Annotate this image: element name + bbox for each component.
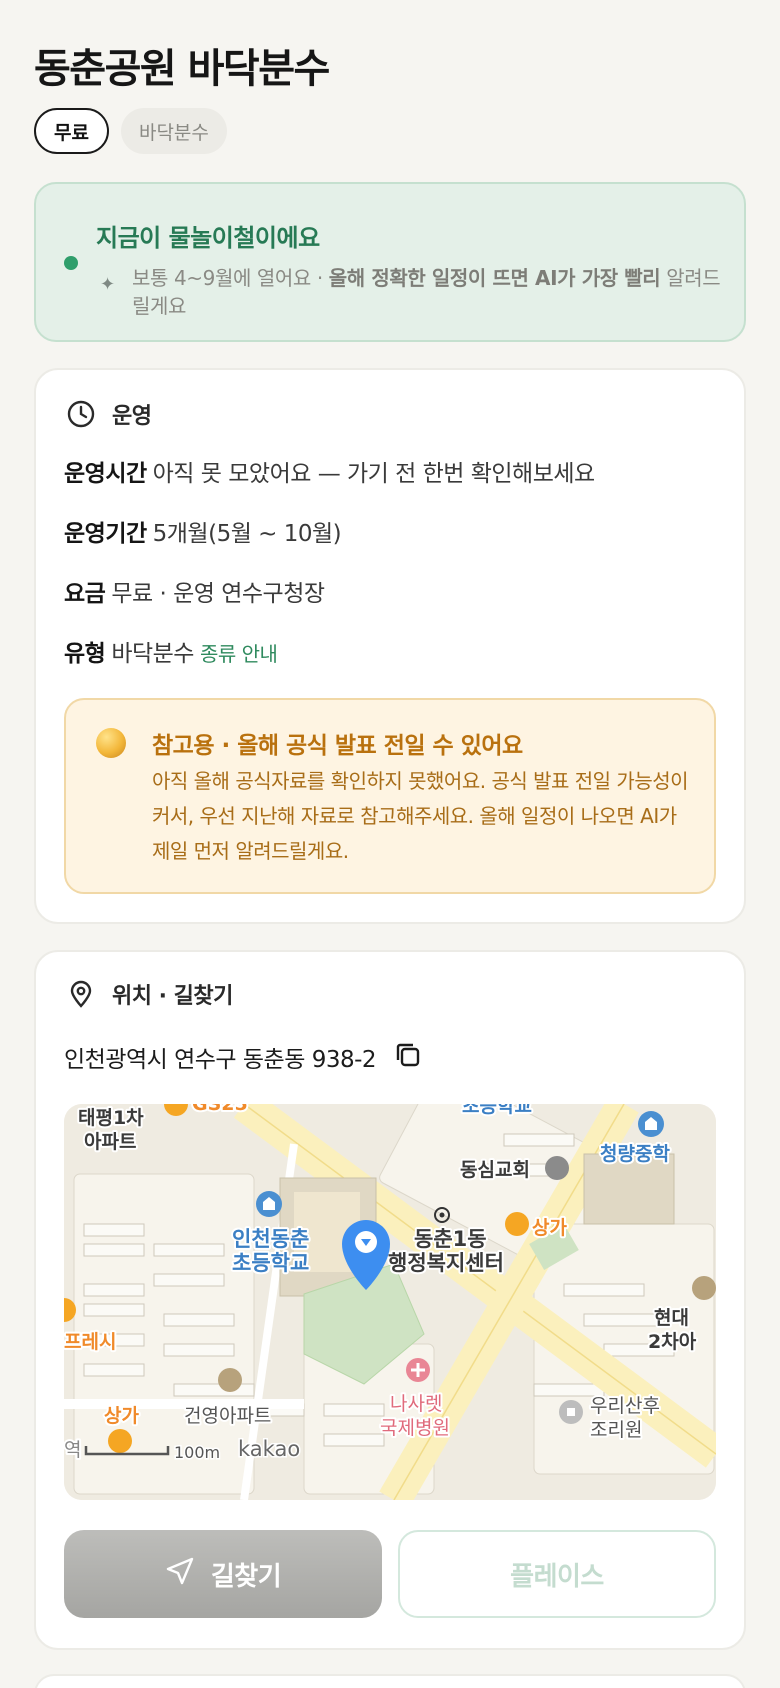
map-label: 동심교회 [460,1159,530,1181]
page-title: 동춘공원 바닥분수 [34,46,330,92]
map-label: 조리원 [590,1419,642,1441]
row-key: 운영시간 [64,461,147,487]
location-card: 위치 · 길찾기 인천광역시 연수구 동춘동 938-2 태평1차 아파트 GS… [34,950,746,1650]
location-header: 위치 · 길찾기 [66,978,233,1010]
row-hours: 운영시간 아직 못 모았어요 — 가기 전 한번 확인해보세요 [64,454,595,488]
map-view[interactable]: 태평1차 아파트 GS25 초등학교 동심교회 청량중학 인천동춘 초등학교 동… [64,1104,716,1500]
action-buttons: 길찾기 플레이스 [64,1530,716,1618]
location-pin-icon [66,979,96,1009]
map-label: 청량중학 [600,1143,670,1165]
season-sub-prefix: 보통 4~9월에 열어요 · [132,266,329,290]
row-value: 바닥분수 [111,641,194,667]
map-label: GS25 [192,1104,248,1115]
map-label: 현대 [654,1307,689,1329]
notice-body: 아직 올해 공식자료를 확인하지 못했어요. 공식 발표 전일 가능성이 커서,… [152,769,689,863]
map-label: 우리산후 [590,1395,660,1417]
season-banner: 지금이 물놀이철이에요 ✦ 보통 4~9월에 열어요 · 올해 정확한 일정이 … [34,182,746,342]
clock-icon [66,399,96,429]
chip-type[interactable]: 바닥분수 [120,108,227,154]
tag-chips: 무료 바닥분수 [34,108,227,154]
map-label: 인천동춘 [232,1227,309,1251]
operation-card: 운영 운영시간 아직 못 모았어요 — 가기 전 한번 확인해보세요 운영기간 5개… [34,368,746,924]
map-label: 상가 [104,1405,139,1427]
season-sub-bold: 올해 정확한 일정이 뜨면 AI가 가장 빨리 [328,266,661,290]
row-value: 아직 못 모았어요 — 가기 전 한번 확인해보세요 [152,461,596,487]
next-card [34,1674,746,1688]
place-button[interactable]: 플레이스 [398,1530,716,1618]
row-value: 5개월(5월 ~ 10월) [152,521,342,547]
map-label: 프레시 [64,1331,116,1353]
map-label: 국제병원 [380,1417,450,1439]
map-label: 나사렛 [390,1393,442,1415]
copy-icon[interactable] [394,1041,422,1073]
map-label: 상가 [532,1217,567,1239]
operation-title: 운영 [112,404,152,429]
map-label: 아파트 [84,1131,136,1153]
moon-icon [96,728,126,758]
directions-label: 길찾기 [210,1561,282,1592]
map-label: 2차아 [648,1331,697,1353]
map-label: 태평1차 [78,1107,144,1129]
map-label: 동춘1동 [414,1227,487,1251]
status-dot [64,256,78,270]
address-row: 인천광역시 연수구 동춘동 938-2 [64,1040,422,1074]
operation-header: 운영 [66,398,152,430]
chip-free[interactable]: 무료 [34,108,109,154]
sparkle-icon: ✦ [100,274,116,295]
map-label: 행정복지센터 [388,1251,504,1275]
map-brand: kakao [238,1437,300,1461]
map-label: 초등학교 [232,1251,309,1275]
navigation-arrow-icon [165,1556,195,1593]
row-value: 무료 · 운영 연수구청장 [111,581,325,607]
type-guide-link[interactable]: 종류 안내 [200,642,278,666]
location-title: 위치 · 길찾기 [112,984,233,1009]
map-scale: 100m [174,1443,220,1462]
row-key: 운영기간 [64,521,147,547]
map-label: 건영아파트 [184,1405,271,1427]
row-key: 유형 [64,641,106,667]
directions-button[interactable]: 길찾기 [64,1530,382,1618]
map-label: 초등학교 [462,1104,532,1117]
map-label: 역 [64,1439,81,1461]
notice-title: 참고용 · 올해 공식 발표 전일 수 있어요 [152,733,523,759]
season-headline: 지금이 물놀이철이에요 [96,224,320,252]
address-text: 인천광역시 연수구 동춘동 938-2 [64,1047,377,1073]
season-subtext: 보통 4~9월에 열어요 · 올해 정확한 일정이 뜨면 AI가 가장 빨리 알… [132,264,732,320]
row-period: 운영기간 5개월(5월 ~ 10월) [64,514,342,548]
reference-notice: 참고용 · 올해 공식 발표 전일 수 있어요 아직 올해 공식자료를 확인하지… [64,698,716,894]
row-key: 요금 [64,581,106,607]
row-type: 유형 바닥분수 종류 안내 [64,634,278,668]
row-fee: 요금 무료 · 운영 연수구청장 [64,574,325,608]
